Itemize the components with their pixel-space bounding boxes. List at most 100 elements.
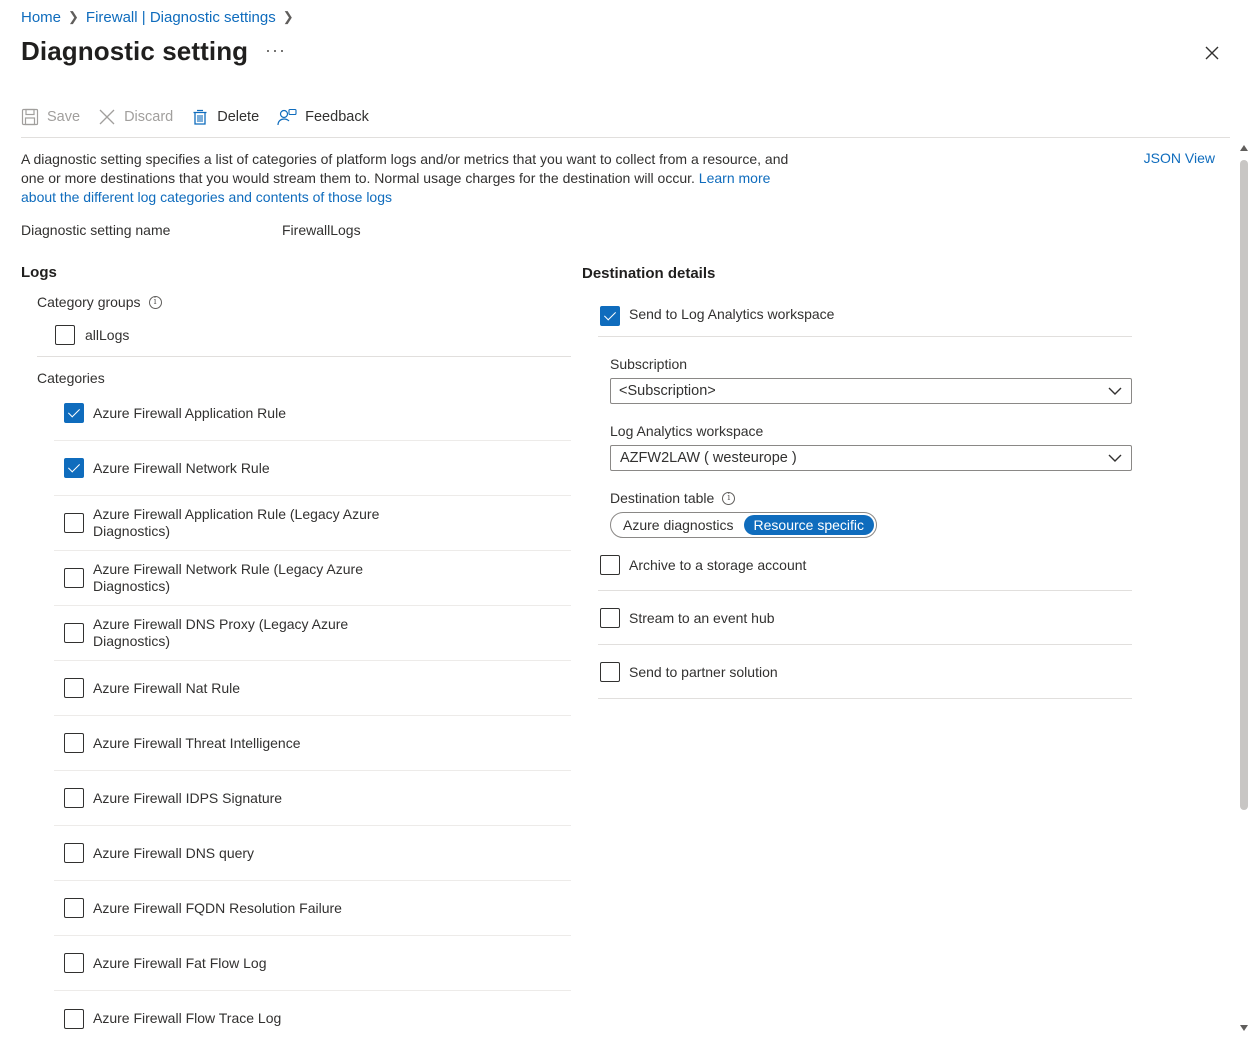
category-row[interactable]: Azure Firewall Threat Intelligence	[54, 716, 571, 771]
all-logs-checkbox-row[interactable]: allLogs	[55, 325, 129, 345]
category-checkbox[interactable]	[64, 513, 84, 533]
category-checkbox[interactable]	[64, 1008, 84, 1029]
partner-row[interactable]: Send to partner solution	[598, 645, 1132, 698]
categories-label: Categories	[37, 370, 105, 386]
chevron-down-icon	[1108, 454, 1122, 462]
logs-title: Logs	[21, 264, 57, 281]
category-label: Azure Firewall Network Rule (Legacy Azur…	[93, 561, 363, 594]
save-button[interactable]: Save	[21, 108, 80, 126]
category-label: Azure Firewall Threat Intelligence	[93, 734, 301, 751]
log-analytics-settings: Subscription <Subscription> Log Analytic…	[598, 337, 1132, 538]
partner-label: Send to partner solution	[629, 663, 778, 680]
feedback-icon	[277, 108, 297, 126]
category-checkbox[interactable]	[64, 623, 84, 643]
resource-specific-option[interactable]: Resource specific	[743, 515, 875, 535]
category-row[interactable]: Azure Firewall Network Rule	[54, 441, 571, 496]
scrollbar-thumb[interactable]	[1240, 160, 1248, 810]
chevron-right-icon: ❯	[68, 9, 79, 24]
category-row[interactable]: Azure Firewall DNS query	[54, 826, 571, 881]
scroll-up-icon[interactable]	[1240, 145, 1248, 151]
category-checkbox[interactable]	[64, 568, 84, 588]
category-checkbox[interactable]	[64, 678, 84, 698]
event-hub-row[interactable]: Stream to an event hub	[598, 591, 1132, 644]
category-label: Azure Firewall FQDN Resolution Failure	[93, 899, 342, 916]
category-checkbox[interactable]	[64, 458, 84, 478]
event-hub-checkbox[interactable]	[600, 607, 620, 628]
category-checkbox[interactable]	[64, 843, 84, 863]
setting-name-value[interactable]: FirewallLogs	[282, 222, 361, 238]
category-checkbox[interactable]	[64, 403, 84, 423]
more-options-icon[interactable]: ···	[265, 40, 286, 61]
archive-checkbox[interactable]	[600, 555, 620, 575]
archive-row[interactable]: Archive to a storage account	[598, 538, 1132, 590]
description-text: A diagnostic setting specifies a list of…	[21, 150, 801, 207]
breadcrumb-firewall-link[interactable]: Firewall | Diagnostic settings	[86, 9, 276, 26]
discard-label: Discard	[124, 109, 174, 125]
category-row[interactable]: Azure Firewall IDPS Signature	[54, 771, 571, 826]
category-row[interactable]: Azure Firewall DNS Proxy (Legacy Azure D…	[54, 606, 571, 661]
discard-icon	[99, 109, 115, 125]
categories-list: Azure Firewall Application Rule Azure Fir…	[54, 386, 571, 1040]
log-analytics-label: Send to Log Analytics workspace	[629, 306, 835, 322]
all-logs-label: allLogs	[85, 327, 130, 343]
page-title: Diagnostic setting	[21, 36, 249, 66]
category-row[interactable]: Azure Firewall Network Rule (Legacy Azur…	[54, 551, 571, 606]
delete-button[interactable]: Delete	[191, 108, 259, 126]
category-row[interactable]: Azure Firewall Fat Flow Log	[54, 936, 571, 991]
scroll-down-icon[interactable]	[1240, 1025, 1248, 1031]
trash-icon	[193, 109, 207, 125]
chevron-down-icon	[1108, 387, 1122, 395]
category-row[interactable]: Azure Firewall Application Rule	[54, 386, 571, 441]
close-icon[interactable]	[1203, 44, 1221, 62]
breadcrumb-home-link[interactable]: Home	[21, 9, 61, 26]
category-checkbox[interactable]	[64, 953, 84, 973]
breadcrumb: Home ❯ Firewall | Diagnostic settings ❯	[21, 7, 301, 27]
category-row[interactable]: Azure Firewall FQDN Resolution Failure	[54, 881, 571, 936]
workspace-dropdown[interactable]: AZFW2LAW ( westeurope )	[610, 445, 1132, 471]
command-bar: Save Discard Delete Feedback	[21, 104, 387, 130]
category-label: Azure Firewall Application Rule	[93, 404, 286, 421]
feedback-button[interactable]: Feedback	[277, 108, 369, 126]
workspace-label: Log Analytics workspace	[610, 423, 764, 439]
subscription-label: Subscription	[610, 356, 688, 372]
discard-button[interactable]: Discard	[98, 108, 173, 126]
category-row[interactable]: Azure Firewall Flow Trace Log	[54, 991, 571, 1040]
setting-name-label: Diagnostic setting name	[21, 222, 171, 238]
category-groups-text: Category groups	[37, 294, 141, 310]
category-groups-divider	[37, 356, 571, 357]
json-view-link[interactable]: JSON View	[1144, 150, 1215, 166]
description-body: A diagnostic setting specifies a list of…	[21, 151, 789, 186]
log-analytics-checkbox[interactable]	[600, 306, 620, 326]
partner-checkbox[interactable]	[600, 661, 620, 682]
category-checkbox[interactable]	[64, 898, 84, 918]
destination-table-toggle[interactable]: Azure diagnostics Resource specific	[610, 512, 878, 538]
category-label: Azure Firewall DNS query	[93, 844, 255, 861]
subscription-dropdown[interactable]: <Subscription>	[610, 378, 1132, 404]
destination-title: Destination details	[582, 265, 716, 282]
category-label: Azure Firewall Network Rule	[93, 459, 270, 476]
category-checkbox[interactable]	[64, 733, 84, 753]
category-row[interactable]: Azure Firewall Application Rule (Legacy …	[54, 496, 571, 551]
workspace-value: AZFW2LAW ( westeurope )	[620, 450, 797, 466]
info-icon[interactable]: i	[148, 295, 162, 309]
category-checkbox[interactable]	[64, 788, 84, 808]
info-icon[interactable]: i	[722, 491, 736, 505]
archive-label: Archive to a storage account	[629, 557, 807, 573]
destination-table-label: Destination table	[610, 490, 715, 506]
feedback-label: Feedback	[305, 109, 369, 125]
azure-diagnostics-option[interactable]: Azure diagnostics	[613, 515, 744, 535]
category-label: Azure Firewall Nat Rule	[93, 679, 241, 696]
category-label: Azure Firewall Fat Flow Log	[93, 954, 267, 971]
category-row[interactable]: Azure Firewall Nat Rule	[54, 661, 571, 716]
category-label: Azure Firewall IDPS Signature	[93, 789, 283, 806]
event-hub-label: Stream to an event hub	[629, 609, 775, 626]
delete-label: Delete	[217, 109, 260, 125]
category-label: Azure Firewall Application Rule (Legacy …	[93, 506, 380, 539]
all-logs-checkbox[interactable]	[55, 325, 75, 345]
chevron-right-icon: ❯	[282, 9, 294, 24]
log-analytics-row[interactable]: Send to Log Analytics workspace	[598, 296, 1132, 336]
category-label: Azure Firewall DNS Proxy (Legacy Azure D…	[93, 616, 349, 649]
save-icon	[21, 108, 39, 126]
toolbar-divider	[21, 137, 1230, 138]
destination-panel: Send to Log Analytics workspace Subscrip…	[598, 296, 1132, 699]
